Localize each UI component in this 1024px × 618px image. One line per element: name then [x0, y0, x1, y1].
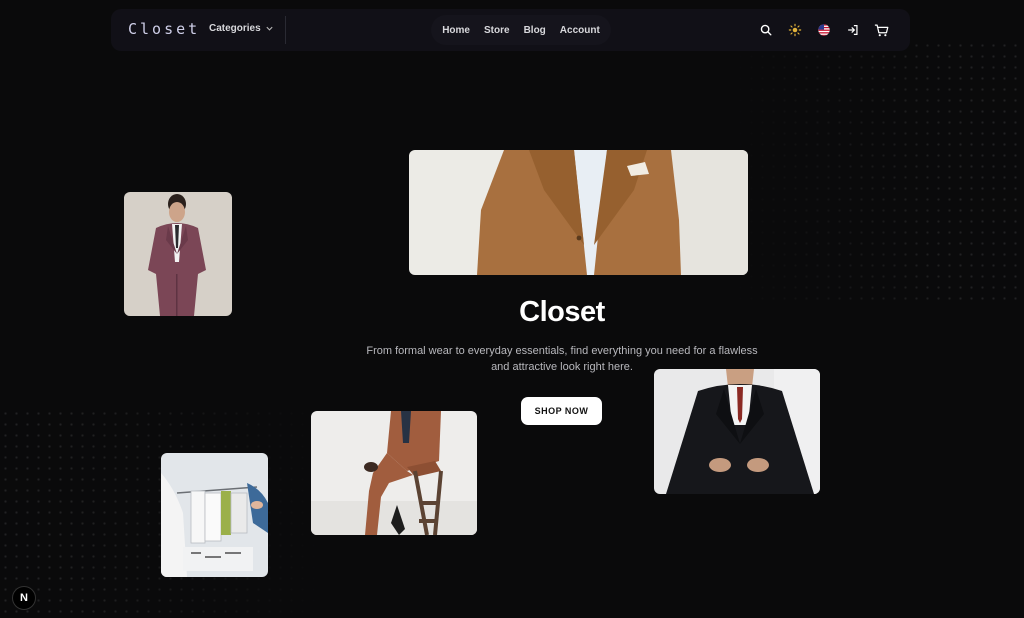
search-icon	[760, 24, 772, 36]
navbar: Closet Categories Home Store Blog Accoun…	[111, 9, 910, 51]
theme-toggle[interactable]	[787, 22, 803, 38]
categories-label: Categories	[209, 23, 261, 34]
shop-now-button[interactable]: SHOP NOW	[521, 397, 602, 425]
us-flag-icon	[818, 24, 830, 36]
nav-blog[interactable]: Blog	[524, 25, 546, 36]
hero-subtitle-line-1: From formal wear to everyday essentials,…	[366, 345, 758, 357]
sun-icon	[788, 23, 802, 37]
dot-pattern-right	[724, 40, 1024, 300]
categories-dropdown[interactable]: Categories	[209, 23, 274, 34]
hero-title: Closet	[519, 296, 605, 328]
photo-clothes-rack	[161, 453, 268, 577]
nav-divider	[285, 16, 286, 44]
login-icon	[848, 25, 858, 35]
main-menu: Home Store Blog Account	[431, 15, 611, 45]
login-button[interactable]	[845, 22, 861, 38]
cart-icon	[874, 24, 889, 36]
photo-seated-rust-suit	[311, 411, 477, 535]
nav-store[interactable]: Store	[484, 25, 510, 36]
language-switcher[interactable]	[816, 22, 832, 38]
chevron-down-icon	[266, 26, 273, 31]
logo[interactable]: Closet	[128, 20, 200, 38]
nav-account[interactable]: Account	[560, 25, 600, 36]
hero-subtitle: From formal wear to everyday essentials,…	[362, 343, 762, 375]
hero-subtitle-line-2: and attractive look right here.	[491, 361, 633, 373]
hero-photo-camel-blazer	[409, 150, 748, 275]
search-button[interactable]	[758, 22, 774, 38]
photo-black-suit	[654, 369, 820, 494]
next-dev-badge[interactable]: N	[12, 586, 36, 610]
photo-burgundy-suit	[124, 192, 232, 316]
nav-home[interactable]: Home	[442, 25, 470, 36]
cart-button[interactable]	[873, 22, 891, 38]
